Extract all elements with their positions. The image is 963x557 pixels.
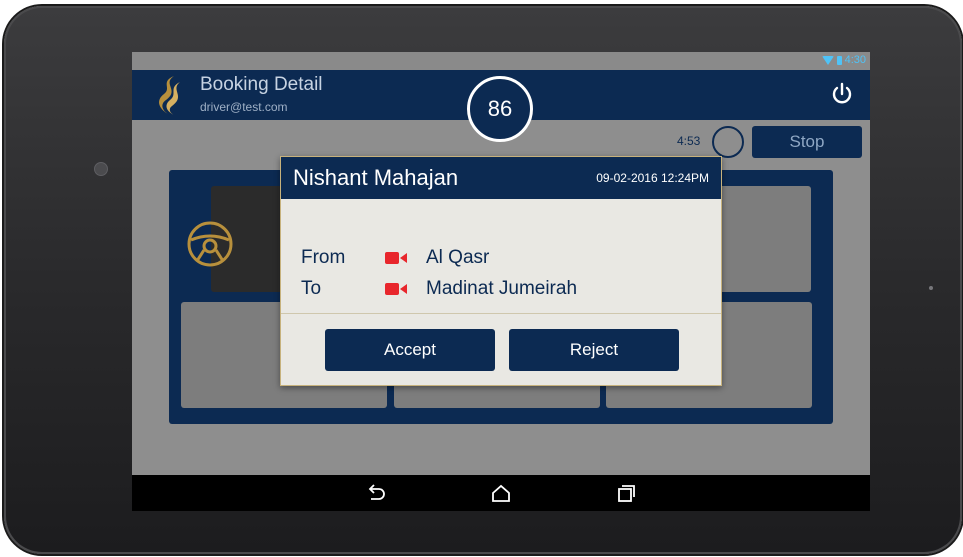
from-place: Al Qasr: [426, 247, 490, 268]
booking-datetime: 09-02-2016 12:24PM: [596, 171, 709, 185]
power-icon[interactable]: [830, 82, 854, 106]
battery-icon: [836, 55, 842, 65]
front-camera: [94, 162, 108, 176]
sensor-dot: [929, 286, 933, 290]
from-label: From: [301, 247, 346, 268]
wifi-icon: [821, 55, 834, 65]
video-camera-icon: [385, 252, 407, 264]
reject-button[interactable]: Reject: [509, 329, 679, 371]
status-bar: 4:30: [132, 52, 870, 70]
back-icon[interactable]: [365, 483, 387, 503]
android-nav-bar: [132, 475, 870, 511]
status-time: 4:30: [844, 54, 866, 66]
booking-request-dialog: Nishant Mahajan 09-02-2016 12:24PM From …: [280, 156, 722, 386]
countdown-ring: [712, 126, 744, 158]
dialog-divider: [281, 313, 721, 314]
request-timer: 86: [467, 76, 533, 142]
logo-icon: [159, 76, 180, 115]
trip-countdown: 4:53: [677, 134, 701, 148]
device-screen: 4:30 Booking Detail driver@test.com 86 4…: [132, 52, 870, 511]
stop-button[interactable]: Stop: [752, 126, 862, 158]
accept-button[interactable]: Accept: [325, 329, 495, 371]
recents-icon[interactable]: [615, 483, 637, 503]
customer-name: Nishant Mahajan: [293, 165, 459, 190]
to-label: To: [301, 278, 322, 299]
steering-wheel-icon: [187, 221, 233, 267]
video-camera-icon: [385, 283, 407, 295]
home-icon[interactable]: [490, 483, 512, 503]
page-title: Booking Detail: [200, 74, 323, 95]
user-email: driver@test.com: [200, 100, 288, 114]
to-place: Madinat Jumeirah: [426, 278, 578, 299]
dialog-header: Nishant Mahajan 09-02-2016 12:24PM: [281, 157, 721, 199]
